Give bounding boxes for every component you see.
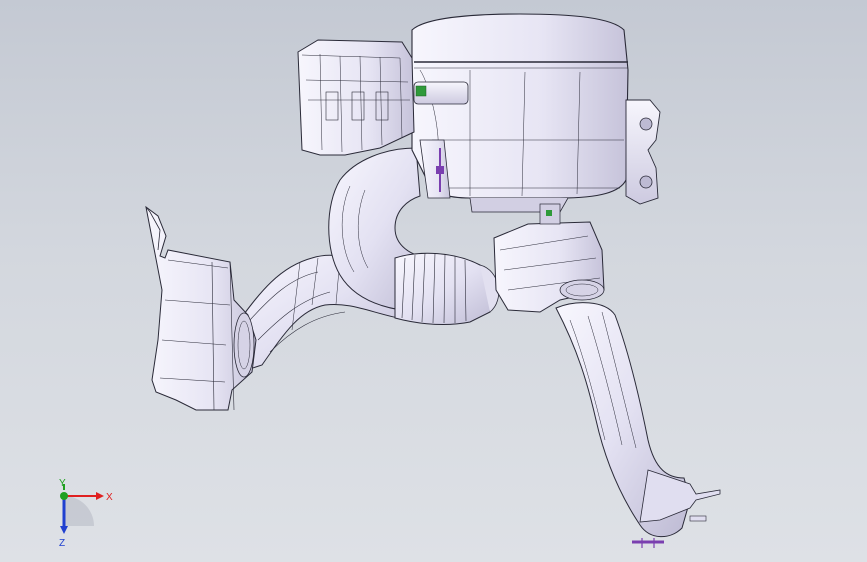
z-axis-label: Z (59, 538, 65, 548)
left-resonator-box[interactable] (145, 205, 257, 411)
x-axis-label: X (106, 492, 113, 503)
lower-snorkel-duct[interactable] (555, 302, 721, 548)
y-axis-label: Y (59, 478, 66, 489)
cad-viewport[interactable] (0, 0, 867, 562)
airbox-clip[interactable] (413, 81, 469, 105)
right-resonator[interactable] (493, 203, 605, 313)
filter-cover-box[interactable] (297, 39, 415, 156)
mount-bracket[interactable] (625, 99, 661, 205)
coordinate-triad: X Y Z (59, 478, 113, 548)
center-bellows-hose[interactable] (394, 252, 499, 326)
